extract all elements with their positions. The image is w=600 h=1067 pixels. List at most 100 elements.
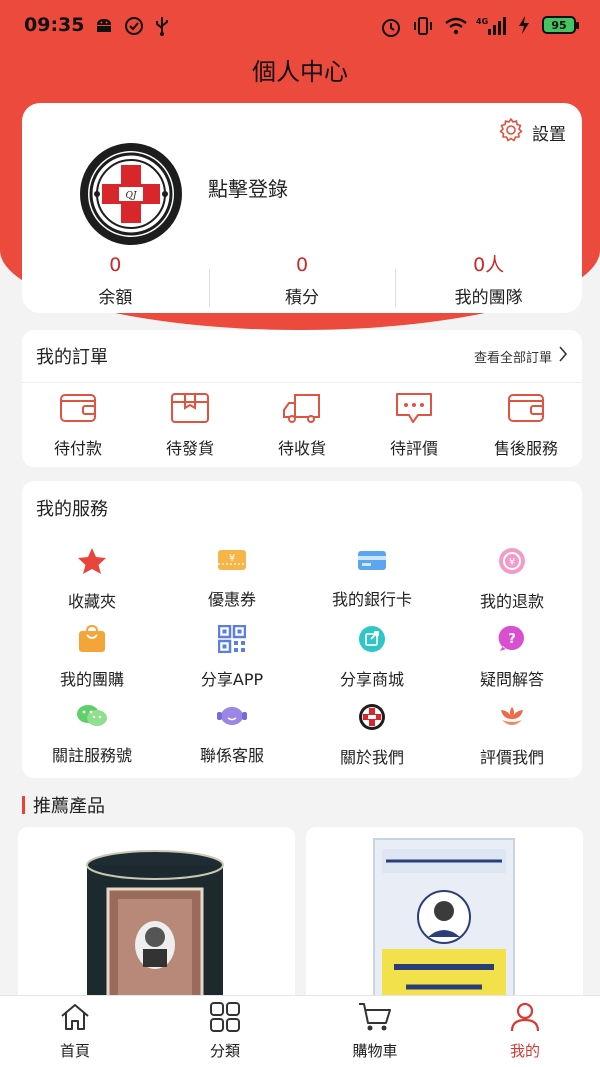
alarm-icon xyxy=(380,16,400,37)
question-icon: ? xyxy=(497,625,527,657)
qr-code-icon xyxy=(217,624,247,657)
page-title: 個人中心 xyxy=(252,58,348,86)
service-label: 關於我們 xyxy=(339,748,404,767)
service-label: 我的團購 xyxy=(59,670,124,689)
service-refunds[interactable]: ¥ 我的退款 xyxy=(442,547,582,625)
customer-service-icon xyxy=(216,703,248,733)
settings-button[interactable]: 設置 xyxy=(498,117,566,148)
view-all-orders-link[interactable]: 查看全部訂單 xyxy=(474,346,568,366)
gear-icon xyxy=(498,117,524,148)
stat-value: 0 xyxy=(109,254,122,276)
service-label: 關註服務號 xyxy=(51,746,132,765)
section-marker xyxy=(22,796,25,814)
svg-text:QJ: QJ xyxy=(126,191,138,201)
tab-home[interactable]: 首頁 xyxy=(0,996,150,1067)
service-label: 分享APP xyxy=(200,670,264,689)
recommend-header: 推薦產品 xyxy=(22,792,105,818)
tab-label: 我的 xyxy=(509,1042,540,1060)
box-icon xyxy=(170,391,210,429)
cart-icon xyxy=(358,1002,392,1036)
services-title: 我的服務 xyxy=(36,499,108,520)
product-image xyxy=(86,850,224,1007)
service-label: 我的退款 xyxy=(479,592,544,611)
flower-icon xyxy=(497,703,527,735)
service-follow-account[interactable]: 關註服務號 xyxy=(22,703,162,781)
share-icon xyxy=(357,625,387,657)
chevron-right-icon xyxy=(558,346,568,366)
service-favorites[interactable]: 收藏夾 xyxy=(22,547,162,625)
user-icon xyxy=(509,1002,541,1036)
logo-icon xyxy=(358,703,386,735)
wifi-icon xyxy=(444,16,467,35)
logo-icon: QJ xyxy=(88,151,174,237)
service-label: 疑問解答 xyxy=(479,670,544,689)
service-label: 聯係客服 xyxy=(199,746,264,765)
wallet-icon xyxy=(59,391,97,429)
tab-label: 首頁 xyxy=(59,1042,90,1060)
service-bank-cards[interactable]: 我的銀行卡 xyxy=(302,547,442,625)
settings-label: 設置 xyxy=(532,125,566,145)
avatar[interactable]: QJ xyxy=(80,143,182,245)
status-bar: 09:35 4G 95 xyxy=(0,0,600,50)
orders-title: 我的訂單 xyxy=(36,347,108,368)
service-contact-support[interactable]: 聯係客服 xyxy=(162,703,302,781)
order-label: 待收貨 xyxy=(277,439,326,458)
svg-text:?: ? xyxy=(508,632,516,647)
tab-label: 購物車 xyxy=(352,1042,398,1060)
order-label: 待發貨 xyxy=(165,439,214,458)
tab-profile[interactable]: 我的 xyxy=(450,996,600,1067)
login-link[interactable]: 點擊登錄 xyxy=(208,173,288,202)
shopping-bag-icon xyxy=(77,624,107,657)
service-share-app[interactable]: 分享APP xyxy=(162,624,302,703)
service-coupons[interactable]: ¥ 優惠券 xyxy=(162,547,302,625)
stat-points[interactable]: 0 積分 xyxy=(208,251,396,311)
product-image xyxy=(373,838,515,1007)
stats-row: 0 余額 0 積分 0人 我的團隊 xyxy=(22,251,582,311)
product-card[interactable] xyxy=(18,827,295,1007)
svg-text:¥: ¥ xyxy=(229,553,235,564)
product-card[interactable] xyxy=(306,827,583,1007)
check-circle-icon xyxy=(124,16,144,35)
star-icon xyxy=(77,547,107,579)
stat-team[interactable]: 0人 我的團隊 xyxy=(395,251,582,311)
status-time: 09:35 xyxy=(24,14,85,36)
order-pending-shipment[interactable]: 待發貨 xyxy=(134,383,246,467)
stat-label: 我的團隊 xyxy=(454,288,523,308)
order-label: 待付款 xyxy=(53,439,102,458)
order-label: 待評價 xyxy=(389,439,438,458)
android-icon xyxy=(94,16,114,34)
tab-categories[interactable]: 分類 xyxy=(150,996,300,1067)
stat-value: 0人 xyxy=(473,254,505,276)
service-faq[interactable]: ? 疑問解答 xyxy=(442,625,582,703)
signal-icon: 4G xyxy=(476,16,506,35)
grid-icon xyxy=(209,1002,241,1036)
charging-icon xyxy=(518,16,530,34)
stat-balance[interactable]: 0 余額 xyxy=(22,251,209,311)
service-group-buy[interactable]: 我的團購 xyxy=(22,624,162,703)
order-pending-review[interactable]: 待評價 xyxy=(358,383,470,467)
service-about-us[interactable]: 關於我們 xyxy=(302,703,442,781)
home-icon xyxy=(59,1002,91,1036)
stat-label: 積分 xyxy=(285,288,319,308)
recommend-title: 推薦產品 xyxy=(33,796,105,817)
tab-cart[interactable]: 購物車 xyxy=(300,996,450,1067)
vibrate-icon xyxy=(412,16,432,35)
tab-label: 分類 xyxy=(209,1042,240,1060)
orders-header: 我的訂單 查看全部訂單 xyxy=(22,330,582,383)
service-rate-us[interactable]: 評價我們 xyxy=(442,703,582,781)
view-all-label: 查看全部訂單 xyxy=(473,350,552,366)
service-share-mall[interactable]: 分享商城 xyxy=(302,625,442,703)
order-label: 售後服務 xyxy=(493,439,558,458)
order-after-sales[interactable]: 售後服務 xyxy=(470,383,582,467)
network-type: 4G xyxy=(476,17,488,26)
stat-label: 余額 xyxy=(98,288,133,308)
battery-indicator: 95 xyxy=(542,16,579,34)
chat-bubble-icon xyxy=(394,391,434,429)
usb-icon xyxy=(154,16,174,36)
service-label: 我的銀行卡 xyxy=(331,590,412,609)
profile-card: 設置 QJ 點擊登錄 0 余額 0 積分 0人 我的團隊 xyxy=(22,103,582,313)
truck-icon xyxy=(281,391,323,429)
order-pending-payment[interactable]: 待付款 xyxy=(22,383,134,467)
services-card: 我的服務 收藏夾 ¥ 優惠券 我的銀行卡 ¥ 我的退款 我的團購 分享APP 分… xyxy=(22,481,582,778)
order-pending-receipt[interactable]: 待收貨 xyxy=(246,383,358,467)
